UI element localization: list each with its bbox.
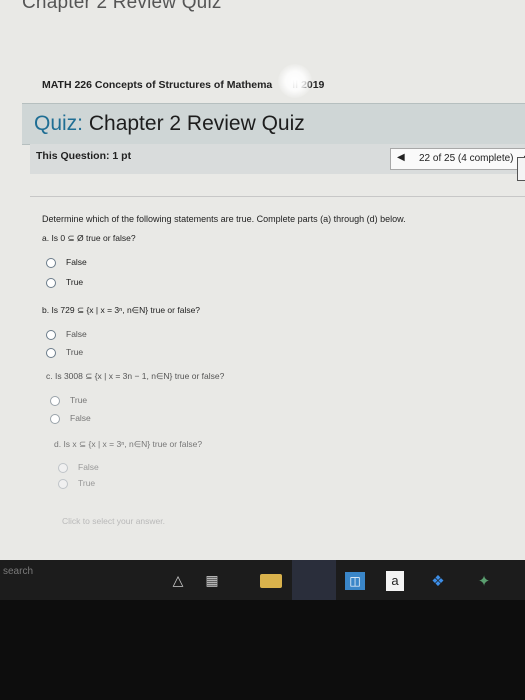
question-position: 22 of 25 (4 complete): [419, 153, 514, 164]
part-c-option-1[interactable]: True: [50, 395, 87, 406]
radio-button[interactable]: [58, 478, 68, 489]
folder-icon[interactable]: [260, 574, 282, 588]
part-b-option-1[interactable]: False: [46, 329, 87, 340]
question-prompt: Determine which of the following stateme…: [42, 214, 406, 224]
question-bar: This Question: 1 pt ◀ 22 of 25 (4 comple…: [30, 144, 525, 174]
part-a-option-2[interactable]: True: [46, 277, 83, 288]
dropbox-icon[interactable]: ❖: [428, 572, 448, 590]
part-c-option-2[interactable]: False: [50, 413, 91, 424]
next-question-button[interactable]: [517, 157, 525, 181]
taskbar: search △ ▦ ◫ a ❖ ✦: [0, 560, 525, 600]
radio-button[interactable]: [46, 257, 56, 268]
part-d-question: d. Is x ⊆ {x | x = 3ⁿ, n∈N} true or fals…: [54, 439, 203, 449]
previous-question-icon[interactable]: ◀: [397, 152, 405, 163]
quiz-title-prefix: Quiz:: [34, 112, 84, 135]
amazon-icon[interactable]: a: [386, 571, 404, 591]
store-icon[interactable]: ◫: [345, 572, 365, 590]
page-heading: Chapter 2 Review Quiz: [22, 0, 222, 13]
question-points: This Question: 1 pt: [36, 150, 132, 162]
divider: [30, 196, 525, 197]
part-b-option-2[interactable]: True: [46, 347, 83, 358]
taskbar-active-highlight: [292, 560, 336, 600]
radio-button[interactable]: [46, 347, 56, 358]
radio-button[interactable]: [46, 329, 56, 340]
part-a-question: a. Is 0 ⊆ Ø true or false?: [42, 233, 136, 243]
question-navigator[interactable]: ◀ 22 of 25 (4 complete) ▼: [390, 148, 525, 170]
radio-button[interactable]: [50, 395, 60, 406]
part-a-option-1[interactable]: False: [46, 257, 87, 268]
quiz-title: Quiz: Chapter 2 Review Quiz: [34, 112, 305, 136]
part-d-option-2[interactable]: True: [58, 478, 95, 489]
microphone-icon[interactable]: △: [172, 572, 184, 590]
part-d-option-1[interactable]: False: [58, 462, 99, 473]
part-b-question: b. Is 729 ⊆ {x | x = 3ⁿ, n∈N} true or fa…: [42, 305, 201, 315]
course-name: MATH 226 Concepts of Structures of Mathe…: [42, 79, 273, 91]
task-view-icon[interactable]: ▦: [204, 572, 220, 590]
quiz-header: Quiz: Chapter 2 Review Quiz: [22, 103, 525, 145]
radio-button[interactable]: [46, 277, 56, 288]
browser-viewport: Chapter 2 Review Quiz MATH 226 Concepts …: [0, 0, 525, 560]
part-c-question: c. Is 3008 ⊆ {x | x = 3n − 1, n∈N} true …: [46, 371, 225, 381]
app-icon[interactable]: ✦: [474, 572, 494, 590]
taskbar-search[interactable]: search: [3, 566, 33, 577]
screen-glare: [278, 64, 312, 98]
radio-button[interactable]: [50, 413, 60, 424]
quiz-title-text: Chapter 2 Review Quiz: [83, 112, 305, 135]
answer-hint: Click to select your answer.: [62, 516, 165, 526]
radio-button[interactable]: [58, 462, 68, 473]
